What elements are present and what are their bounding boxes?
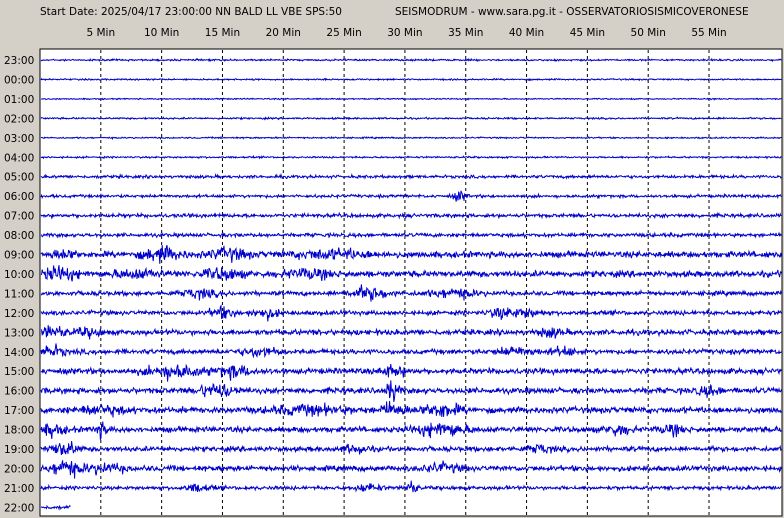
x-tick-label: 40 Min <box>509 27 544 39</box>
x-tick-label: 45 Min <box>570 27 605 39</box>
hour-label: 05:00 <box>4 172 34 184</box>
hour-label: 12:00 <box>4 308 34 320</box>
hour-label: 16:00 <box>4 386 34 398</box>
x-tick-label: 50 Min <box>631 27 666 39</box>
x-tick-label: 30 Min <box>387 27 422 39</box>
hour-label: 09:00 <box>4 250 34 262</box>
x-tick-label: 5 Min <box>86 27 115 39</box>
x-tick-label: 35 Min <box>448 27 483 39</box>
seismogram-window: Start Date: 2025/04/17 23:00:00 NN BALD … <box>0 0 784 518</box>
hour-label: 18:00 <box>4 425 34 437</box>
hour-label: 08:00 <box>4 230 34 242</box>
hour-label: 22:00 <box>4 502 34 514</box>
hour-label: 11:00 <box>4 288 34 300</box>
hour-label: 15:00 <box>4 366 34 378</box>
x-tick-label: 15 Min <box>205 27 240 39</box>
seismogram-chart: 5 Min 10 Min 15 Min 20 Min 25 Min 30 Min 35 Mi… <box>4 27 783 517</box>
hour-label: 00:00 <box>4 74 34 86</box>
hour-label: 20:00 <box>4 463 34 475</box>
hour-label: 06:00 <box>4 191 34 203</box>
x-tick-label: 55 Min <box>691 27 726 39</box>
hour-label: 23:00 <box>4 55 34 67</box>
hour-label: 13:00 <box>4 327 34 339</box>
x-tick-label: 20 Min <box>266 27 301 39</box>
hour-label: 10:00 <box>4 269 34 281</box>
x-tick-label: 10 Min <box>144 27 179 39</box>
hour-label: 01:00 <box>4 94 34 106</box>
hour-label: 02:00 <box>4 113 34 125</box>
hour-label: 04:00 <box>4 152 34 164</box>
hour-label: 07:00 <box>4 211 34 223</box>
hour-label: 19:00 <box>4 444 34 456</box>
hour-label: 17:00 <box>4 405 34 417</box>
hour-label: 21:00 <box>4 483 34 495</box>
hour-labels: 23:00 00:00 01:00 02:00 03:00 04:00 05:00 06:00… <box>4 55 34 514</box>
hour-label: 14:00 <box>4 347 34 359</box>
hour-label: 03:00 <box>4 133 34 145</box>
x-tick-labels: 5 Min 10 Min 15 Min 20 Min 25 Min 30 Min 35 Mi… <box>86 27 726 39</box>
x-tick-label: 25 Min <box>326 27 361 39</box>
plot-area <box>39 48 783 517</box>
